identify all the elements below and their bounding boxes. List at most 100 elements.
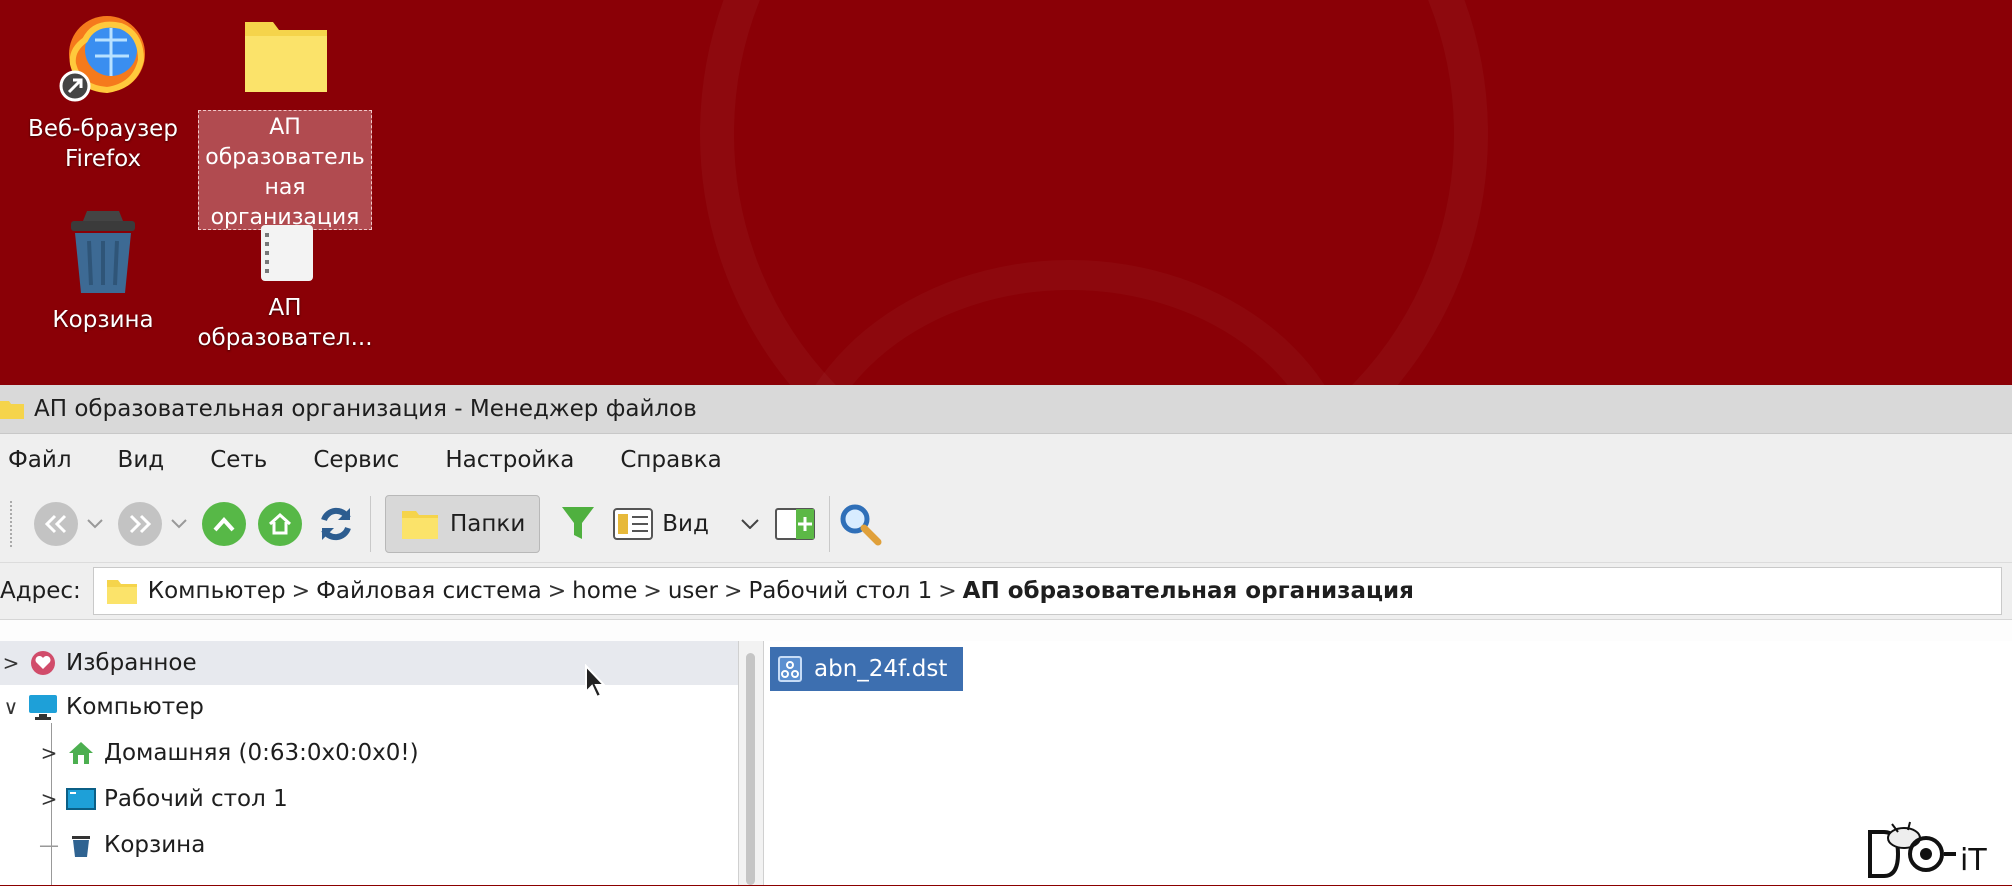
address-field[interactable]: Компьютер > Файловая система > home > us…: [92, 567, 2002, 615]
menu-help[interactable]: Справка: [620, 447, 735, 473]
home-button[interactable]: [258, 502, 302, 546]
back-history-dropdown[interactable]: [82, 502, 108, 546]
desktop-icon-label: Веб-браузер: [28, 116, 178, 142]
filter-button[interactable]: [556, 502, 600, 546]
tree-item-label: Корзина: [104, 832, 206, 858]
chevron-down-icon: [741, 519, 759, 529]
view-dropdown[interactable]: [737, 502, 763, 546]
tree-item-computer[interactable]: ∨ Компьютер: [0, 685, 204, 729]
tree-item-home[interactable]: > Домашняя (0:63:0x0:0x0!): [38, 731, 419, 775]
view-icon: [613, 508, 654, 540]
desktop-icon-trash[interactable]: Корзина: [8, 205, 198, 335]
expand-arrow-icon[interactable]: >: [38, 787, 60, 811]
desktop-icon-folder-label[interactable]: АП образователь ная организация: [198, 110, 372, 230]
folder-icon: [106, 580, 137, 604]
chevron-right-icon: >: [291, 578, 311, 604]
svg-text:iT: iT: [1960, 843, 1987, 878]
desktop-icon-label: Firefox: [64, 146, 142, 172]
firefox-icon: [59, 16, 145, 102]
toolbar-separator: [370, 496, 371, 552]
arrow-up-icon: [213, 517, 235, 532]
breadcrumb-item[interactable]: Компьютер: [148, 578, 286, 604]
address-bar: Адрес: Компьютер > Файловая система > ho…: [0, 563, 2012, 620]
folders-button-label: Папки: [450, 511, 526, 537]
chevron-right-icon: >: [643, 578, 662, 604]
mouse-cursor-icon: [585, 664, 607, 699]
breadcrumb-item[interactable]: user: [668, 578, 718, 604]
file-list: abn_24f.dst: [764, 641, 2012, 885]
home-icon: [268, 512, 292, 535]
desktop-icon-document[interactable]: АП образовател...: [190, 225, 380, 353]
tree-item-label: Рабочий стол 1: [104, 786, 288, 812]
breadcrumb-item[interactable]: Рабочий стол 1: [748, 578, 932, 604]
refresh-button[interactable]: [314, 502, 358, 546]
file-item[interactable]: abn_24f.dst: [770, 647, 964, 691]
breadcrumb-item[interactable]: home: [572, 578, 637, 604]
menu-bar: Файл Вид Сеть Сервис Настройка Справка: [0, 434, 2012, 486]
monitor-icon: [28, 693, 58, 721]
view-button-label: Вид: [662, 511, 709, 537]
folder-icon: [245, 22, 327, 92]
file-manager-window: АП образовательная организация - Менедже…: [0, 385, 2012, 885]
desktop-icon-label: Корзина: [52, 307, 154, 333]
heart-icon: [28, 649, 58, 677]
chevron-down-icon: [171, 519, 187, 529]
split-panel-icon: [774, 508, 815, 540]
watermark-logo: iT: [1864, 818, 2000, 882]
split-view-button[interactable]: [773, 502, 817, 546]
collapse-arrow-icon[interactable]: ∨: [0, 695, 22, 719]
menu-service[interactable]: Сервис: [313, 447, 413, 473]
desktop-icon-label: образовател...: [197, 325, 373, 351]
desktop-icon-firefox[interactable]: Веб-браузер Firefox: [8, 10, 198, 174]
double-right-icon: [129, 514, 152, 534]
title-bar[interactable]: АП образовательная организация - Менедже…: [0, 385, 2012, 434]
filter-icon: [562, 507, 595, 539]
scrollbar-thumb[interactable]: [746, 653, 755, 885]
tree-item-desktop[interactable]: > Рабочий стол 1: [38, 777, 288, 821]
desktop-icon-folder[interactable]: [198, 12, 374, 104]
label-line: образователь: [205, 145, 365, 170]
folder-icon: [0, 401, 24, 419]
address-label: Адрес:: [0, 578, 81, 604]
search-button[interactable]: [838, 502, 882, 546]
chevron-right-icon: >: [547, 578, 567, 604]
expand-arrow-icon[interactable]: >: [38, 741, 60, 765]
breadcrumb-item[interactable]: Файловая система: [316, 578, 542, 604]
menu-view[interactable]: Вид: [118, 447, 179, 473]
tree-item-label: Компьютер: [66, 694, 204, 720]
menu-file[interactable]: Файл: [8, 447, 86, 473]
tree-item-label: Домашняя (0:63:0x0:0x0!): [104, 740, 419, 766]
forward-history-dropdown[interactable]: [166, 502, 192, 546]
home-icon: [66, 739, 96, 767]
back-button[interactable]: [34, 502, 78, 546]
file-name: abn_24f.dst: [814, 656, 948, 682]
refresh-icon: [321, 507, 351, 541]
window-title: АП образовательная организация - Менедже…: [34, 396, 697, 422]
folder-tree: > Избранное ∨ Компьютер > Домашняя (0:63…: [0, 641, 739, 885]
toolbar: Папки Вид: [0, 486, 2012, 563]
double-left-icon: [44, 514, 67, 534]
tree-item-label: Избранное: [66, 650, 197, 676]
tree-item-favorites[interactable]: > Избранное: [0, 641, 738, 685]
folders-toggle-button[interactable]: Папки: [385, 495, 541, 553]
menu-network[interactable]: Сеть: [210, 447, 281, 473]
breadcrumb-current[interactable]: АП образовательная организация: [963, 578, 1414, 604]
menu-settings[interactable]: Настройка: [445, 447, 588, 473]
tree-item-trash[interactable]: — Корзина: [38, 823, 205, 867]
toolbar-grip[interactable]: [10, 501, 16, 547]
chevron-right-icon: >: [938, 578, 957, 604]
label-line: АП: [269, 115, 301, 140]
toolbar-separator: [828, 496, 830, 552]
document-icon: [261, 225, 313, 281]
forward-button[interactable]: [118, 502, 162, 546]
desktop: Веб-браузер Firefox АП образователь ная …: [0, 0, 2012, 385]
trash-icon: [66, 831, 96, 859]
panel-scrollbar[interactable]: [739, 641, 764, 885]
folder-icon: [402, 511, 438, 539]
view-button[interactable]: Вид: [612, 507, 709, 541]
expand-arrow-icon[interactable]: >: [0, 651, 22, 675]
chevron-right-icon: >: [724, 578, 743, 604]
tree-branch: —: [39, 833, 59, 857]
label-line: ная: [264, 175, 306, 200]
up-button[interactable]: [202, 502, 246, 546]
